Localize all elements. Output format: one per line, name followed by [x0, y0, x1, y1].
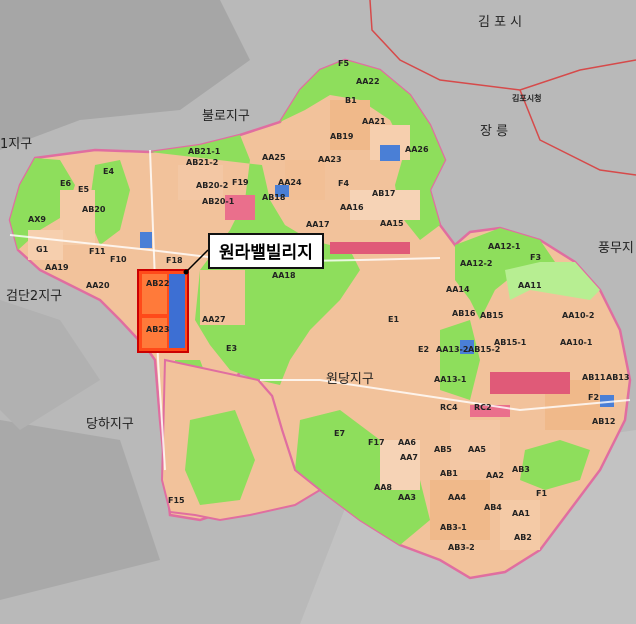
- school-zone: [140, 232, 152, 248]
- commercial-zone: [490, 372, 570, 394]
- lot-label: AB11: [582, 373, 606, 382]
- lot-label: AA19: [45, 263, 69, 272]
- lot-label: AA27: [202, 315, 226, 324]
- district-label: 김 포 시: [478, 15, 522, 30]
- lot-label: AB15: [480, 311, 504, 320]
- lot-label: E5: [78, 185, 89, 194]
- lot-label: AB18: [262, 193, 286, 202]
- lot-label: AB17: [372, 189, 395, 198]
- district-label: 당하지구: [86, 417, 134, 432]
- lot-label: AA12-2: [460, 259, 492, 268]
- lot-label: AB23: [146, 325, 169, 334]
- lot-label: AA24: [278, 178, 302, 187]
- lot-label: F18: [166, 256, 183, 265]
- lot-label: AB16: [452, 309, 476, 318]
- lot-label: F5: [338, 59, 349, 68]
- district-label: 불로지구: [202, 109, 250, 124]
- lot-label: AA12-1: [488, 242, 521, 251]
- lot-label: AA7: [400, 453, 418, 462]
- commercial-zone: [330, 242, 410, 254]
- lot-label: AA11: [518, 281, 542, 290]
- lot-label: E2: [418, 345, 429, 354]
- callout-dot: [183, 269, 189, 275]
- lot-label: AA13-2: [436, 345, 468, 354]
- lot-label: F3: [530, 253, 541, 262]
- lot-label: E1: [388, 315, 399, 324]
- lot-label: F10: [110, 255, 127, 264]
- lot-label: AA23: [318, 155, 342, 164]
- lot-label: AA13-1: [434, 375, 467, 384]
- lot-label: F2: [588, 393, 599, 402]
- lot-label: AB4: [484, 503, 502, 512]
- lot-label: AA21: [362, 117, 386, 126]
- lot-block: [60, 190, 95, 245]
- lot-label: AA26: [405, 145, 429, 154]
- district-label: 검단2지구: [6, 289, 62, 304]
- lot-label: RC2: [474, 403, 492, 412]
- lot-label: AB3: [512, 465, 530, 474]
- lot-label: AA16: [340, 203, 364, 212]
- lot-label: AX9: [28, 215, 46, 224]
- district-label: 풍무지: [598, 241, 634, 256]
- highlight-school: [169, 274, 185, 348]
- lot-label: AA18: [272, 271, 296, 280]
- lot-label: AB12: [592, 417, 615, 426]
- lot-label: AA1: [512, 509, 530, 518]
- lot-label: AA14: [446, 285, 470, 294]
- lot-label: AB20-1: [202, 197, 235, 206]
- lot-label: AA22: [356, 77, 380, 86]
- lot-label: AB1: [440, 469, 458, 478]
- lot-label: G1: [36, 245, 49, 254]
- lot-label: AA5: [468, 445, 486, 454]
- lot-label: AA17: [306, 220, 330, 229]
- lot-label: AA4: [448, 493, 466, 502]
- lot-label: F11: [89, 247, 106, 256]
- lot-label: AB3-1: [440, 523, 467, 532]
- district-label: 원당지구: [326, 372, 374, 387]
- lot-label: AA8: [374, 483, 392, 492]
- highlight-callout: 원라밸빌리지: [208, 233, 324, 269]
- lot-label: AB2: [514, 533, 532, 542]
- lot-label: AB15-1: [494, 338, 527, 347]
- lot-label: F1: [536, 489, 547, 498]
- lot-label: AB5: [434, 445, 452, 454]
- district-label: 김포시청: [512, 93, 541, 103]
- district-label: 1지구: [0, 137, 32, 152]
- lot-label: AB21-1: [188, 147, 221, 156]
- lot-label: AA15: [380, 219, 404, 228]
- lot-label: AB20: [82, 205, 106, 214]
- lot-label: E4: [103, 167, 114, 176]
- lot-label: E6: [60, 179, 71, 188]
- lot-label: F17: [368, 438, 385, 447]
- lot-label: AA6: [398, 438, 416, 447]
- lot-label: E7: [334, 429, 345, 438]
- lot-label: AA2: [486, 471, 504, 480]
- lot-label: B1: [345, 96, 357, 105]
- lot-label: F15: [168, 496, 185, 505]
- school-zone: [380, 145, 400, 161]
- lot-label: AA20: [86, 281, 110, 290]
- lot-label: AB19: [330, 132, 354, 141]
- lot-label: RC4: [440, 403, 458, 412]
- lot-label: AB20-2: [196, 181, 228, 190]
- lot-label: AA10-2: [562, 311, 594, 320]
- lot-label: AA3: [398, 493, 416, 502]
- lot-label: AB13: [606, 373, 629, 382]
- map-canvas: 김 포 시 불로지구 검단2지구 당하지구 원당지구 풍무지 장 릉 김포시청 …: [0, 0, 636, 624]
- lot-block: [500, 500, 540, 550]
- lot-label: AA10-1: [560, 338, 593, 347]
- lot-label: AB3-2: [448, 543, 475, 552]
- lot-label: AB21-2: [186, 158, 218, 167]
- lot-label: AA25: [262, 153, 286, 162]
- lot-label: E3: [226, 344, 237, 353]
- district-label: 장 릉: [480, 124, 508, 139]
- lot-label: AB22: [146, 279, 169, 288]
- lot-label: F19: [232, 178, 249, 187]
- map-view: 김 포 시 불로지구 검단2지구 당하지구 원당지구 풍무지 장 릉 김포시청 …: [0, 0, 636, 624]
- lot-label: F4: [338, 179, 349, 188]
